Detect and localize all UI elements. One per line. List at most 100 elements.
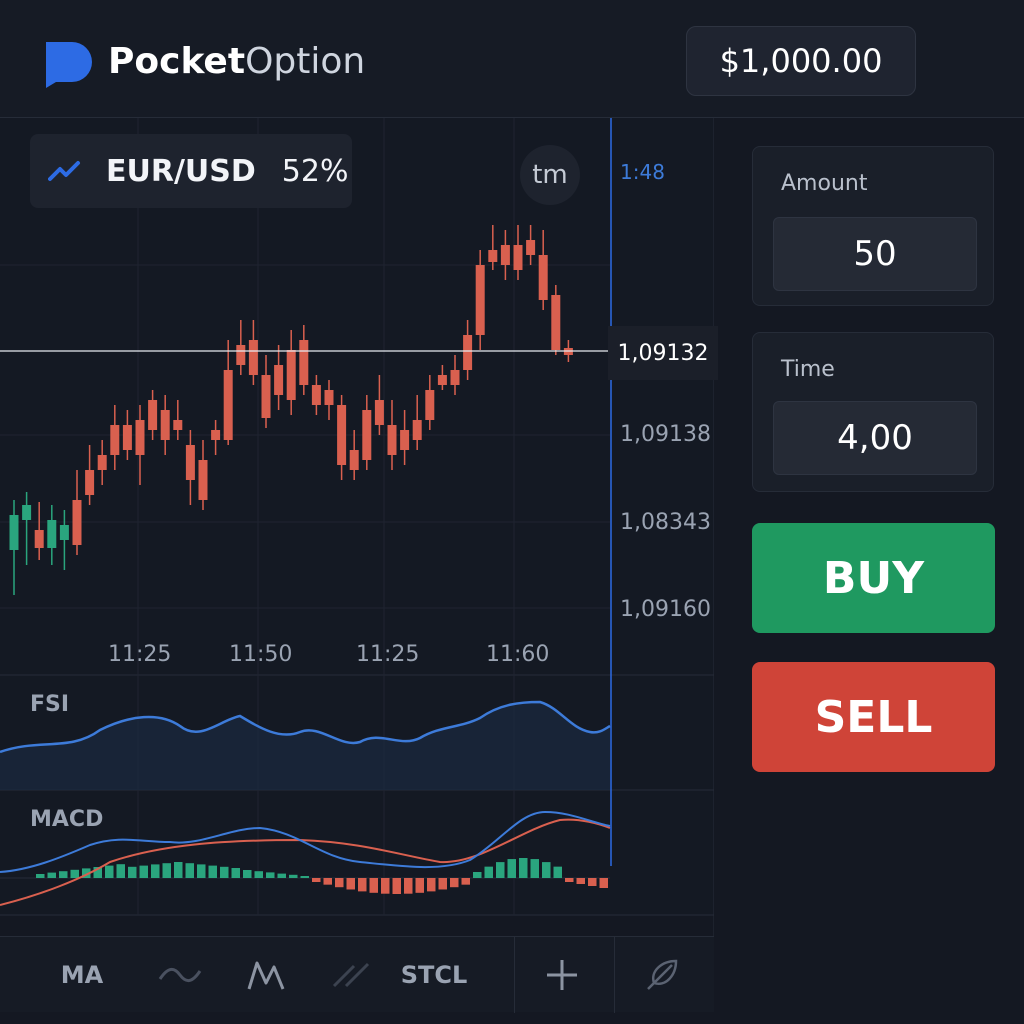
time-label: Time [781, 357, 835, 382]
time-axis-label: 11:25 [108, 642, 172, 667]
candle-body [387, 425, 397, 455]
indicator-toolbar: MA STCL [0, 936, 714, 1013]
candle-body [97, 455, 107, 470]
candle-body [437, 375, 447, 385]
asset-name: EUR/USD [106, 153, 256, 189]
macd-histogram-bar [289, 874, 298, 878]
macd-histogram-bar [461, 878, 470, 885]
macd-histogram-bar [588, 878, 597, 886]
candle-body [463, 335, 473, 370]
drawing-tool[interactable] [632, 937, 692, 1013]
expiry-timer: 1:48 [620, 160, 665, 184]
macd-histogram-bar [231, 868, 240, 878]
time-input[interactable]: 4,00 [773, 401, 977, 475]
candle-body [110, 425, 120, 455]
candle-body [198, 460, 208, 500]
add-indicator-button[interactable] [532, 937, 592, 1013]
zigzag-icon [247, 961, 285, 990]
macd-histogram-bar [70, 869, 79, 878]
candle-body [488, 250, 498, 262]
macd-histogram-bar [553, 866, 562, 878]
macd-histogram-bar [507, 859, 516, 878]
macd-histogram-bar [105, 865, 114, 878]
candle-body [59, 525, 69, 540]
macd-histogram-bar [151, 864, 160, 878]
candle-body [211, 430, 221, 440]
macd-histogram-bar [473, 872, 482, 878]
amount-label: Amount [781, 171, 868, 196]
macd-histogram-bar [427, 878, 436, 892]
balance-display[interactable]: $1,000.00 [686, 26, 916, 96]
candle-body [34, 530, 44, 548]
macd-histogram-bar [381, 878, 390, 894]
candle-body [261, 375, 271, 418]
macd-histogram-bar [542, 862, 551, 878]
macd-histogram-bar [208, 865, 217, 878]
macd-histogram-bar [266, 872, 275, 878]
candle-body [500, 245, 510, 265]
macd-histogram-bar [243, 870, 252, 878]
macd-histogram-bar [139, 865, 148, 878]
candle-body [299, 340, 309, 385]
macd-histogram-bar [392, 878, 401, 894]
candle-body [135, 420, 145, 455]
candle-body [362, 410, 372, 460]
candle-body [274, 365, 284, 395]
candle-body [311, 385, 321, 405]
macd-histogram-bar [185, 863, 194, 878]
fsi-indicator-label: FSI [30, 692, 70, 717]
macd-histogram-bar [599, 878, 608, 888]
candle-body [72, 500, 82, 545]
macd-signal-line [0, 818, 611, 906]
zigzag-tool[interactable] [236, 937, 296, 1013]
macd-indicator-label: MACD [30, 807, 104, 832]
macd-histogram-bar [312, 878, 321, 882]
candle-body [450, 370, 460, 385]
candle-body [236, 345, 246, 365]
macd-histogram-bar [415, 878, 424, 893]
candle-body [185, 445, 195, 480]
time-axis-label: 11:60 [486, 642, 550, 667]
time-panel: Time 4,00 [752, 332, 994, 492]
candle-body [223, 370, 233, 440]
macd-histogram-bar [335, 878, 344, 888]
stcl-tool[interactable]: STCL [396, 937, 472, 1013]
asset-selector[interactable]: EUR/USD 52% [30, 134, 352, 208]
price-axis-label: 1,08343 [620, 510, 711, 535]
macd-histogram-bar [197, 864, 206, 878]
macd-histogram-bar [59, 871, 68, 878]
fsi-area [0, 702, 610, 790]
time-axis-label: 11:25 [356, 642, 420, 667]
candle-body [324, 390, 334, 405]
macd-histogram-bar [404, 878, 413, 894]
macd-histogram-bar [128, 866, 137, 878]
macd-histogram-bar [36, 874, 45, 878]
candle-body [475, 265, 485, 335]
macd-histogram-bar [438, 878, 447, 890]
price-axis-label: 1,09160 [620, 597, 711, 622]
ma-tool[interactable]: MA [42, 937, 122, 1013]
candle-body [551, 295, 561, 350]
plus-icon [547, 960, 577, 990]
candle-body [513, 245, 523, 270]
buy-button[interactable]: BUY [752, 523, 995, 633]
candle-body [412, 420, 422, 440]
tm-button[interactable]: tm [520, 145, 580, 205]
candle-body [526, 240, 536, 255]
candle-body [349, 450, 359, 470]
macd-histogram-bar [450, 878, 459, 888]
sell-button[interactable]: SELL [752, 662, 995, 772]
wave-tool[interactable] [150, 937, 210, 1013]
macd-histogram-bar [519, 858, 528, 878]
macd-histogram-bar [530, 859, 539, 878]
diagonal-tool[interactable] [322, 937, 382, 1013]
macd-histogram-bar [346, 878, 355, 890]
candle-body [286, 350, 296, 400]
amount-input[interactable]: 50 [773, 217, 977, 291]
macd-histogram-bar [369, 878, 378, 893]
macd-histogram-bar [484, 866, 493, 878]
candle-body [160, 410, 170, 440]
candle-body [337, 405, 347, 465]
macd-histogram-bar [323, 878, 332, 885]
candle-body [173, 420, 183, 430]
